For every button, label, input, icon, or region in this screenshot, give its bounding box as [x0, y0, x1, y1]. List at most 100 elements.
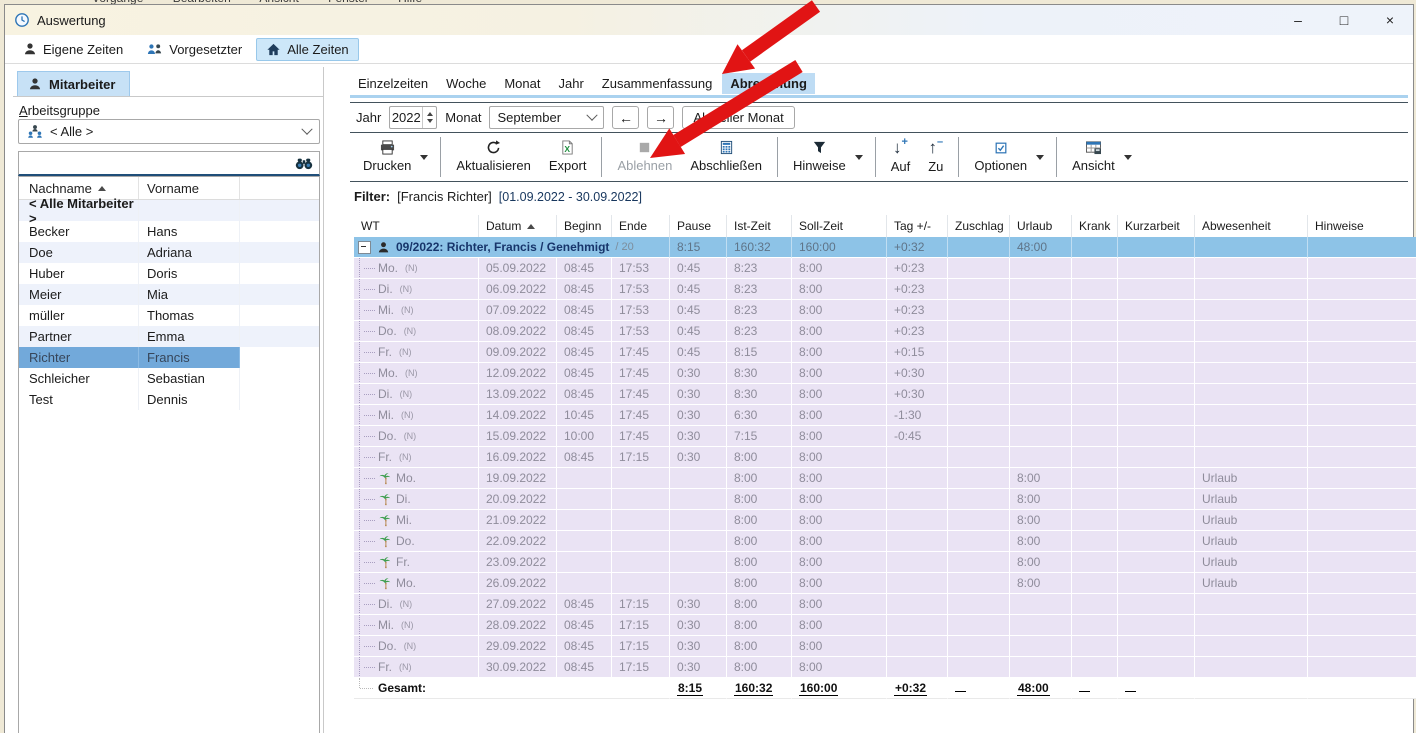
tab-abrechnung[interactable]: Abrechnung	[722, 73, 815, 94]
column-header-vorname[interactable]: Vorname	[139, 177, 240, 199]
drucken-button-dropdown[interactable]	[420, 133, 434, 181]
column-header-ist[interactable]: Ist-Zeit	[727, 215, 792, 237]
group-cell-kurzarbeit	[1118, 237, 1195, 258]
time-row[interactable]: Mo.(N)05.09.202208:4517:530:458:238:00+0…	[354, 258, 1416, 279]
monat-select[interactable]: September	[489, 106, 604, 129]
optionen-button[interactable]: Optionen	[965, 133, 1036, 181]
employee-row[interactable]: DoeAdriana	[19, 242, 319, 263]
time-row[interactable]: Mi.(N)28.09.202208:4517:150:308:008:00	[354, 615, 1416, 636]
binoculars-icon[interactable]	[295, 157, 313, 170]
cell-urlaub: 8:00	[1010, 510, 1072, 531]
time-row[interactable]: Mo.(N)12.09.202208:4517:450:308:308:00+0…	[354, 363, 1416, 384]
tab-monat[interactable]: Monat	[496, 73, 548, 94]
time-row[interactable]: Mi.(N)14.09.202210:4517:450:306:308:00-1…	[354, 405, 1416, 426]
employee-row[interactable]: BeckerHans	[19, 221, 319, 242]
column-header-soll[interactable]: Soll-Zeit	[792, 215, 887, 237]
column-header-ende[interactable]: Ende	[612, 215, 670, 237]
auf-button[interactable]: ↓+Auf	[882, 133, 920, 181]
column-header-kurzarbeit[interactable]: Kurzarbeit	[1118, 215, 1195, 237]
ansicht-button[interactable]: Ansicht	[1063, 133, 1124, 181]
employee-row[interactable]: PartnerEmma	[19, 326, 319, 347]
cell-abwesenheit: Urlaub	[1195, 510, 1308, 531]
column-header-abwesenheit[interactable]: Abwesenheit	[1195, 215, 1308, 237]
tab-vorgesetzter[interactable]: Vorgesetzter	[137, 38, 252, 61]
cell-abwesenheit	[1195, 615, 1308, 636]
time-row[interactable]: Do.(N)29.09.202208:4517:150:308:008:00	[354, 636, 1416, 657]
column-header-zuschlag[interactable]: Zuschlag	[948, 215, 1010, 237]
column-header-urlaub[interactable]: Urlaub	[1010, 215, 1072, 237]
column-header-beginn[interactable]: Beginn	[557, 215, 612, 237]
column-header-hinweise[interactable]: Hinweise	[1308, 215, 1416, 237]
column-header-datum[interactable]: Datum	[479, 215, 557, 237]
cell-kurzarbeit	[1118, 594, 1195, 615]
time-row[interactable]: Di.(N)06.09.202208:4517:530:458:238:00+0…	[354, 279, 1416, 300]
column-header-wt[interactable]: WT	[354, 215, 479, 237]
cell-ist: 8:00	[727, 531, 792, 552]
hinweise-button-label: Hinweise	[793, 158, 846, 173]
time-row[interactable]: Fr.(N)16.09.202208:4517:150:308:008:00	[354, 447, 1416, 468]
employee-row[interactable]: TestDennis	[19, 389, 319, 410]
cell-hinweise	[1308, 258, 1416, 279]
zu-button[interactable]: ↑–Zu	[919, 133, 952, 181]
collapse-icon[interactable]	[358, 241, 371, 254]
cell-pause: 0:45	[670, 321, 727, 342]
time-row[interactable]: Mo.26.09.20228:008:008:00Urlaub	[354, 573, 1416, 594]
aktualisieren-button[interactable]: Aktualisieren	[447, 133, 539, 181]
hinweise-button-dropdown[interactable]	[855, 133, 869, 181]
optionen-button-dropdown[interactable]	[1036, 133, 1050, 181]
column-header-pause[interactable]: Pause	[670, 215, 727, 237]
spin-up-icon[interactable]	[427, 112, 433, 116]
time-row[interactable]: Di.(N)27.09.202208:4517:150:308:008:00	[354, 594, 1416, 615]
cell-abwesenheit	[1195, 657, 1308, 678]
arbeitsgruppe-select[interactable]: < Alle >	[18, 119, 320, 144]
employee-row[interactable]: RichterFrancis	[19, 347, 319, 368]
time-row[interactable]: Di.20.09.20228:008:008:00Urlaub	[354, 489, 1416, 510]
close-button[interactable]: ×	[1367, 5, 1413, 35]
time-row[interactable]: Fr.23.09.20228:008:008:00Urlaub	[354, 552, 1416, 573]
time-row[interactable]: Fr.(N)30.09.202208:4517:150:308:008:00	[354, 657, 1416, 678]
aktueller-monat-button[interactable]: Aktueller Monat	[682, 106, 794, 129]
employee-row-all[interactable]: < Alle Mitarbeiter >	[19, 200, 319, 221]
time-row[interactable]: Do.(N)15.09.202210:0017:450:307:158:00-0…	[354, 426, 1416, 447]
abschliessen-button[interactable]: Abschließen	[681, 133, 771, 181]
time-row[interactable]: Do.22.09.20228:008:008:00Urlaub	[354, 531, 1416, 552]
group-row[interactable]: 09/2022: Richter, Francis / Genehmigt/ 2…	[354, 237, 1416, 258]
tab-mitarbeiter[interactable]: Mitarbeiter	[17, 71, 130, 96]
tab-jahr[interactable]: Jahr	[550, 73, 591, 94]
tab-einzelzeiten[interactable]: Einzelzeiten	[350, 73, 436, 94]
time-row[interactable]: Mo.19.09.20228:008:008:00Urlaub	[354, 468, 1416, 489]
employee-row[interactable]: HuberDoris	[19, 263, 319, 284]
employee-row[interactable]: müllerThomas	[19, 305, 319, 326]
time-row[interactable]: Mi.21.09.20228:008:008:00Urlaub	[354, 510, 1416, 531]
column-label: Beginn	[564, 219, 601, 233]
cell-krank	[1072, 468, 1118, 489]
drucken-button[interactable]: Drucken	[354, 133, 420, 181]
employee-row[interactable]: SchleicherSebastian	[19, 368, 319, 389]
cell-ende: 17:45	[612, 405, 670, 426]
jahr-spinner[interactable]: 2022	[389, 106, 437, 129]
time-row[interactable]: Fr.(N)09.09.202208:4517:450:458:158:00+0…	[354, 342, 1416, 363]
minimize-button[interactable]: –	[1275, 5, 1321, 35]
search-input[interactable]	[25, 155, 295, 172]
hinweise-button[interactable]: Hinweise	[784, 133, 855, 181]
tab-zusammenfassung[interactable]: Zusammenfassung	[594, 73, 721, 94]
tab-eigene-zeiten[interactable]: Eigene Zeiten	[13, 38, 133, 61]
maximize-button[interactable]: □	[1321, 5, 1367, 35]
previous-month-button[interactable]: ←	[612, 106, 639, 129]
time-row[interactable]: Do.(N)08.09.202208:4517:530:458:238:00+0…	[354, 321, 1416, 342]
tab-woche[interactable]: Woche	[438, 73, 494, 94]
time-row[interactable]: Di.(N)13.09.202208:4517:450:308:308:00+0…	[354, 384, 1416, 405]
time-row[interactable]: Mi.(N)07.09.202208:4517:530:458:238:00+0…	[354, 300, 1416, 321]
tab-alle-zeiten[interactable]: Alle Zeiten	[256, 38, 358, 61]
employee-row[interactable]: MeierMia	[19, 284, 319, 305]
cell-hinweise	[1308, 468, 1416, 489]
next-month-button[interactable]: →	[647, 106, 674, 129]
column-header-krank[interactable]: Krank	[1072, 215, 1118, 237]
group-cell-abwesenheit	[1195, 237, 1308, 258]
column-header-tag[interactable]: Tag +/-	[887, 215, 948, 237]
export-button[interactable]: XExport	[540, 133, 596, 181]
ansicht-button-dropdown[interactable]	[1124, 133, 1138, 181]
spinner-arrows[interactable]	[422, 107, 436, 128]
spin-down-icon[interactable]	[427, 119, 433, 123]
panel-splitter[interactable]	[323, 67, 324, 733]
